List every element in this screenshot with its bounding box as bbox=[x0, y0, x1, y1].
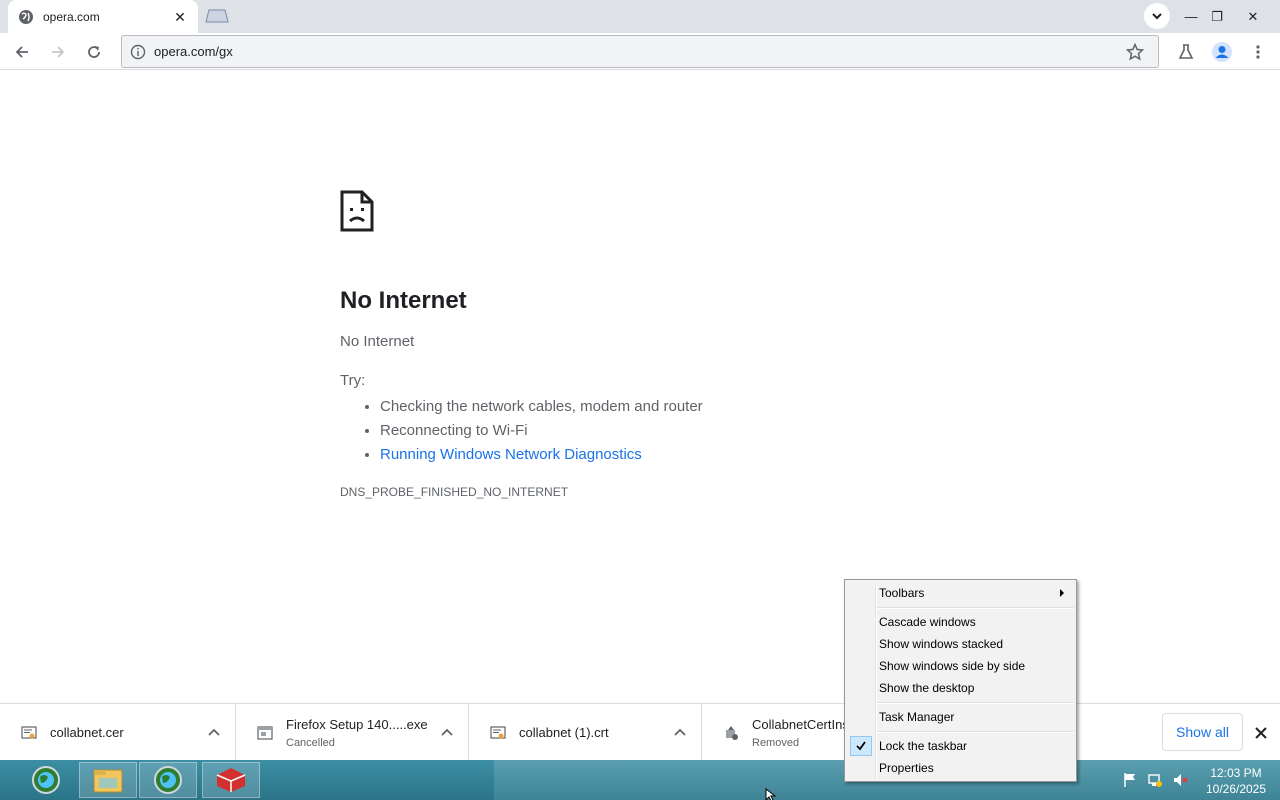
menu-item-show-windows-stacked[interactable]: Show windows stacked bbox=[847, 633, 1074, 655]
forward-button[interactable] bbox=[46, 40, 70, 64]
browser-toolbar: opera.com/gx bbox=[0, 33, 1280, 70]
menu-item-properties[interactable]: Properties bbox=[847, 757, 1074, 779]
volume-muted-icon[interactable] bbox=[1172, 772, 1188, 788]
menu-item-cascade-windows[interactable]: Cascade windows bbox=[847, 611, 1074, 633]
restore-button[interactable]: ❐ bbox=[1204, 0, 1230, 33]
download-item[interactable]: Firefox Setup 140.....exe Cancelled bbox=[236, 704, 469, 761]
download-item[interactable]: CollabnetCertIns Removed bbox=[702, 704, 852, 761]
clock-time: 12:03 PM bbox=[1210, 766, 1262, 780]
try-label: Try: bbox=[340, 372, 366, 389]
kebab-menu-icon bbox=[1256, 45, 1260, 59]
taskbar-context-menu: Toolbars Cascade windows Show windows st… bbox=[844, 579, 1077, 782]
error-subtitle: No Internet bbox=[340, 333, 415, 350]
sad-page-icon bbox=[340, 190, 374, 232]
chevron-down-icon bbox=[1152, 13, 1162, 20]
folder-icon bbox=[93, 769, 123, 793]
menu-separator bbox=[877, 702, 1074, 704]
tab-title: opera.com bbox=[43, 9, 100, 24]
tab-close-icon[interactable]: ✕ bbox=[172, 9, 188, 25]
certificate-icon bbox=[21, 725, 37, 739]
download-name: collabnet (1).crt bbox=[519, 725, 609, 740]
menu-item-show-windows-side-by-side[interactable]: Show windows side by side bbox=[847, 655, 1074, 677]
labs-button[interactable] bbox=[1174, 40, 1198, 64]
reload-icon bbox=[88, 46, 100, 58]
close-icon[interactable] bbox=[1252, 724, 1270, 742]
url-text: opera.com/gx bbox=[154, 44, 233, 59]
flask-icon bbox=[1178, 44, 1194, 59]
new-tab-icon[interactable] bbox=[204, 8, 230, 24]
checkmark-icon bbox=[850, 736, 872, 756]
download-item[interactable]: collabnet.cer bbox=[0, 704, 236, 761]
download-item[interactable]: collabnet (1).crt bbox=[469, 704, 702, 761]
certificate-icon bbox=[490, 725, 506, 739]
error-code: DNS_PROBE_FINISHED_NO_INTERNET bbox=[340, 485, 569, 499]
action-center-flag-icon[interactable] bbox=[1122, 772, 1138, 788]
error-page: No Internet No Internet Try: Checking th… bbox=[340, 190, 940, 499]
menu-item-task-manager[interactable]: Task Manager bbox=[847, 706, 1074, 728]
chevron-up-icon[interactable] bbox=[673, 726, 687, 740]
download-shelf: collabnet.cer Firefox Setup 140.....exe … bbox=[0, 703, 1280, 761]
reload-button[interactable] bbox=[82, 40, 106, 64]
arrow-right-icon bbox=[52, 46, 65, 58]
network-diagnostics-link[interactable]: Running Windows Network Diagnostics bbox=[380, 443, 940, 467]
window-close-button[interactable]: ✕ bbox=[1240, 0, 1266, 33]
chevron-up-icon[interactable] bbox=[440, 726, 454, 740]
tab-search-button[interactable] bbox=[1144, 3, 1170, 29]
mouse-cursor-icon bbox=[765, 788, 777, 800]
menu-item-show-desktop[interactable]: Show the desktop bbox=[847, 677, 1074, 699]
back-button[interactable] bbox=[10, 40, 34, 64]
chevron-up-icon[interactable] bbox=[207, 726, 221, 740]
suggestion-item: Reconnecting to Wi-Fi bbox=[380, 419, 940, 443]
arrow-left-icon bbox=[15, 46, 28, 58]
minimize-button[interactable]: — bbox=[1178, 0, 1204, 33]
tab-strip: opera.com ✕ — ❐ ✕ bbox=[0, 0, 1280, 33]
installer-icon bbox=[726, 725, 738, 740]
avatar-icon bbox=[1212, 42, 1232, 62]
submenu-arrow-icon bbox=[1060, 589, 1064, 597]
taskbar-clock[interactable]: 12:03 PM 10/26/2025 bbox=[1196, 765, 1276, 797]
taskbar-browser-app-active[interactable] bbox=[139, 762, 197, 798]
menu-separator bbox=[877, 607, 1074, 609]
download-name: Firefox Setup 140.....exe bbox=[286, 716, 428, 732]
suggestions-list: Checking the network cables, modem and r… bbox=[380, 395, 940, 467]
browser-globe-icon bbox=[154, 766, 182, 794]
show-all-button[interactable]: Show all bbox=[1162, 713, 1243, 751]
menu-item-lock-taskbar[interactable]: Lock the taskbar bbox=[847, 735, 1074, 757]
menu-separator bbox=[877, 731, 1074, 733]
info-icon[interactable] bbox=[130, 44, 146, 60]
download-name: CollabnetCertIns bbox=[752, 716, 849, 732]
network-icon[interactable] bbox=[1147, 772, 1163, 788]
taskbar-file-explorer[interactable] bbox=[79, 762, 137, 798]
taskbar-browser-app[interactable] bbox=[17, 762, 75, 798]
download-status: Removed bbox=[752, 736, 800, 749]
app-cube-icon bbox=[216, 768, 246, 792]
clock-date: 10/26/2025 bbox=[1205, 782, 1267, 796]
suggestion-item: Checking the network cables, modem and r… bbox=[380, 395, 940, 419]
error-title: No Internet bbox=[340, 287, 467, 314]
address-bar[interactable]: opera.com/gx bbox=[121, 35, 1159, 68]
tab-opera[interactable]: opera.com ✕ bbox=[8, 0, 198, 33]
taskbar-red-app[interactable] bbox=[202, 762, 260, 798]
download-status: Cancelled bbox=[286, 736, 335, 749]
taskbar[interactable]: 12:03 PM 10/26/2025 bbox=[0, 760, 1280, 800]
browser-globe-icon bbox=[32, 766, 60, 794]
globe-icon bbox=[19, 9, 33, 24]
exe-file-icon bbox=[257, 725, 273, 740]
menu-item-toolbars[interactable]: Toolbars bbox=[847, 582, 1074, 604]
profile-button[interactable] bbox=[1210, 40, 1234, 64]
bookmark-star-icon[interactable] bbox=[1126, 43, 1144, 61]
menu-button[interactable] bbox=[1246, 40, 1270, 64]
download-name: collabnet.cer bbox=[50, 725, 124, 740]
